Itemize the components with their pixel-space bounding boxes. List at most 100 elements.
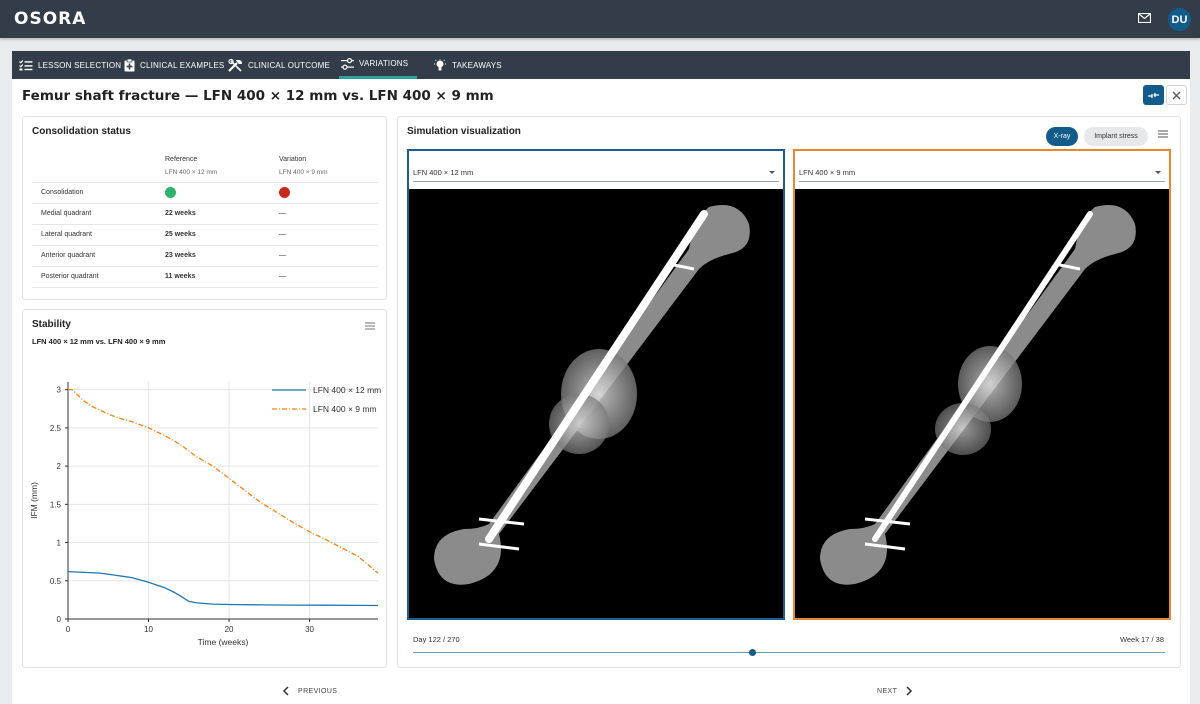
x-tick-label: 0 (66, 625, 71, 634)
tab-label: VARIATIONS (359, 59, 409, 68)
series-line-2 (68, 388, 379, 574)
x-tick-label: 10 (144, 625, 153, 634)
menu-icon[interactable] (1158, 130, 1168, 138)
previous-label: PREVIOUS (298, 687, 338, 695)
reference-header: Reference (165, 155, 198, 163)
reference-status-dot (165, 187, 176, 198)
lesson-tabs: LESSON SELECTION CLINICAL EXAMPLES CLINI… (12, 51, 1190, 79)
close-button[interactable] (1166, 85, 1187, 105)
stability-subtitle: LFN 400 × 12 mm vs. LFN 400 × 9 mm (32, 337, 166, 346)
stability-panel: Stability LFN 400 × 12 mm vs. LFN 400 × … (22, 309, 387, 668)
x-axis-label: Time (weeks) (198, 637, 249, 647)
table-header-row: Reference LFN 400 × 12 mm Variation LFN … (32, 150, 378, 183)
app-logo[interactable]: OSORA (14, 9, 86, 29)
reference-cell: 23 weeks (156, 245, 270, 267)
reference-cell (156, 182, 270, 204)
next-button[interactable]: NEXT (877, 686, 913, 696)
tab-clinical-outcome[interactable]: CLINICAL OUTCOME (228, 51, 330, 79)
stability-chart: 0 10 20 30 0 0.5 1 1.5 2 2.5 3 Time (weeks) IFM (mm)… (29, 382, 381, 647)
sliders-icon (341, 57, 354, 70)
simulation-panel: Simulation visualization X-ray Implant s… (397, 116, 1181, 668)
timeline-slider-track[interactable] (413, 652, 1165, 653)
table-row: Anterior quadrant 23 weeks — (32, 245, 378, 267)
y-tick-label: 2 (57, 462, 62, 471)
legend-label: LFN 400 × 12 mm (313, 385, 381, 395)
top-bar: OSORA DU (0, 0, 1200, 38)
compare-icon (1148, 92, 1159, 98)
clipboard-icon (124, 58, 135, 71)
close-icon (1172, 91, 1181, 99)
variation-cell (270, 182, 378, 204)
row-label: Posterior quadrant (32, 266, 156, 288)
stability-title: Stability (32, 319, 71, 330)
variation-xray-image (795, 189, 1169, 618)
table-header-cell: Reference LFN 400 × 12 mm (156, 150, 270, 183)
mail-icon[interactable] (1138, 13, 1151, 23)
table-row: Consolidation (32, 182, 378, 204)
x-tick-label: 20 (225, 625, 234, 634)
consolidation-panel: Consolidation status Reference LFN 400 ×… (22, 116, 387, 300)
timeline-slider-thumb[interactable] (749, 649, 757, 656)
reference-implant-select[interactable]: LFN 400 × 12 mm (413, 161, 779, 182)
select-value: LFN 400 × 12 mm (413, 168, 474, 177)
variation-cell: — (270, 203, 378, 225)
variation-viewer: LFN 400 × 9 mm (793, 149, 1171, 620)
tab-clinical-examples[interactable]: CLINICAL EXAMPLES (124, 51, 224, 79)
chevron-right-icon (906, 686, 913, 696)
caret-down-icon (1155, 171, 1161, 174)
y-tick-label: 1.5 (50, 500, 62, 509)
variation-cell: — (270, 266, 378, 288)
y-tick-label: 0.5 (50, 577, 62, 586)
caret-down-icon (769, 171, 775, 174)
table-row: Posterior quadrant 11 weeks — (32, 266, 378, 288)
reference-viewer: LFN 400 × 12 mm (407, 149, 785, 620)
reference-cell: 22 weeks (156, 203, 270, 225)
femur-xray-graphic (820, 205, 1136, 585)
tab-lesson-selection[interactable]: LESSON SELECTION (19, 51, 121, 79)
day-counter: Day 122 / 270 (413, 635, 460, 644)
row-label: Anterior quadrant (32, 245, 156, 267)
variation-implant-select[interactable]: LFN 400 × 9 mm (799, 161, 1165, 182)
y-tick-label: 3 (57, 386, 62, 395)
page-title: Femur shaft fracture — LFN 400 × 12 mm v… (22, 88, 494, 104)
legend-label: LFN 400 × 9 mm (313, 404, 377, 414)
implant-stress-mode-button[interactable]: Implant stress (1084, 127, 1148, 146)
variation-cell: — (270, 245, 378, 267)
tab-label: LESSON SELECTION (38, 60, 122, 70)
y-tick-label: 1 (57, 539, 62, 548)
lesson-card: LESSON SELECTION CLINICAL EXAMPLES CLINI… (12, 51, 1190, 704)
table-header-cell: Variation LFN 400 × 9 mm (270, 150, 378, 183)
reference-cell: 11 weeks (156, 266, 270, 288)
lightbulb-icon (434, 58, 446, 70)
chevron-left-icon (282, 686, 289, 696)
filter-icon[interactable] (365, 322, 375, 330)
tab-label: CLINICAL EXAMPLES (140, 60, 225, 70)
variation-status-dot (279, 187, 290, 198)
xray-mode-button[interactable]: X-ray (1046, 127, 1078, 146)
y-tick-label: 0 (57, 615, 62, 624)
y-axis-label: IFM (mm) (29, 482, 39, 519)
user-avatar[interactable]: DU (1168, 8, 1191, 31)
reference-cell: 25 weeks (156, 224, 270, 246)
previous-button[interactable]: PREVIOUS (282, 686, 337, 696)
compare-button[interactable] (1143, 85, 1164, 105)
reference-subheader: LFN 400 × 12 mm (165, 168, 218, 176)
reference-xray-image (409, 189, 783, 618)
row-label: Medial quadrant (32, 203, 156, 225)
y-tick-label: 2.5 (50, 424, 62, 433)
series-line-1 (67, 570, 379, 607)
simulation-title: Simulation visualization (407, 126, 521, 137)
variation-header: Variation (279, 155, 307, 163)
select-value: LFN 400 × 9 mm (799, 168, 856, 177)
next-label: NEXT (877, 687, 898, 695)
consolidation-title: Consolidation status (32, 126, 131, 137)
tab-variations[interactable]: VARIATIONS (339, 51, 417, 79)
table-header-cell (32, 150, 156, 183)
tab-label: CLINICAL OUTCOME (248, 60, 331, 70)
consolidation-table: Reference LFN 400 × 12 mm Variation LFN … (32, 150, 378, 288)
variation-cell: — (270, 224, 378, 246)
table-row: Medial quadrant 22 weeks — (32, 203, 378, 225)
row-label: Consolidation (32, 182, 156, 204)
row-label: Lateral quadrant (32, 224, 156, 246)
tab-takeaways[interactable]: TAKEAWAYS (433, 51, 502, 79)
